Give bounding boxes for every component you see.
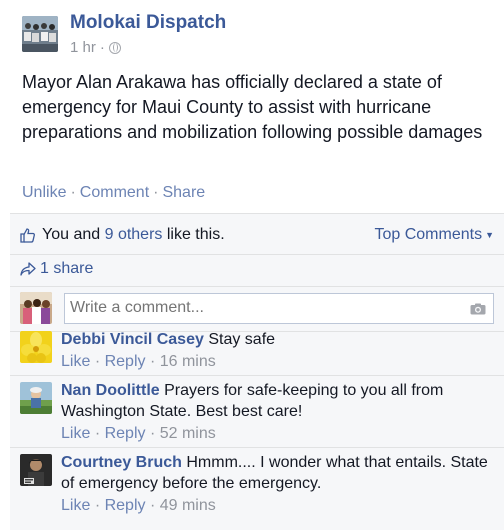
- comment-button[interactable]: Comment: [80, 184, 149, 202]
- comment-reply-button[interactable]: Reply: [105, 425, 146, 442]
- comment-reply-button[interactable]: Reply: [105, 353, 146, 370]
- camera-icon[interactable]: [470, 303, 486, 315]
- comment-line: Nan Doolittle Prayers for safe-keeping t…: [61, 380, 491, 422]
- feedback-section: You and 9 others like this. Top Comments…: [10, 213, 504, 530]
- action-separator: ·: [70, 184, 76, 201]
- comment-like-button[interactable]: Like: [61, 497, 90, 514]
- share-arrow-icon: [20, 262, 36, 276]
- comment-reply-button[interactable]: Reply: [105, 497, 146, 514]
- comment-actions: Like · Reply · 16 mins: [61, 350, 491, 374]
- action-separator: ·: [94, 425, 101, 442]
- thumbs-up-icon: [20, 228, 35, 243]
- comment-item: Courtney Bruch Hmmm.... I wonder what th…: [20, 452, 494, 520]
- page-name-link[interactable]: Molokai Dispatch: [70, 12, 226, 34]
- commenter-avatar[interactable]: [20, 382, 52, 414]
- comment-text: Stay safe: [208, 331, 276, 348]
- comment-timestamp[interactable]: 52 mins: [160, 425, 216, 442]
- comment-like-button[interactable]: Like: [61, 353, 90, 370]
- post-text: Mayor Alan Arakawa has officially declar…: [22, 72, 483, 142]
- comment-author-link[interactable]: Courtney Bruch: [61, 454, 182, 471]
- action-separator: ·: [149, 353, 156, 370]
- top-comments-label: Top Comments: [374, 226, 483, 243]
- action-separator: ·: [149, 497, 156, 514]
- post-actions: Unlike · Comment · Share: [22, 184, 205, 202]
- action-separator: ·: [94, 497, 101, 514]
- comment-author-link[interactable]: Debbi Vincil Casey: [61, 331, 204, 348]
- page-avatar[interactable]: [22, 16, 58, 52]
- action-separator: ·: [94, 353, 101, 370]
- unlike-button[interactable]: Unlike: [22, 184, 66, 202]
- comment-input[interactable]: [64, 292, 494, 324]
- likes-summary: You and 9 others like this.: [42, 226, 225, 244]
- likes-suffix: like this.: [162, 226, 225, 243]
- comment-like-button[interactable]: Like: [61, 425, 90, 442]
- commenter-avatar[interactable]: [20, 331, 52, 363]
- comment-author-link[interactable]: Nan Doolittle: [61, 382, 160, 399]
- likes-row: You and 9 others like this. Top Comments…: [20, 224, 494, 246]
- post-meta: 1 hr ·: [70, 39, 121, 56]
- divider: [10, 286, 504, 287]
- divider: [10, 447, 504, 448]
- action-separator: ·: [149, 425, 156, 442]
- comment-timestamp[interactable]: 49 mins: [160, 497, 216, 514]
- post-timestamp[interactable]: 1 hr: [70, 39, 96, 56]
- commenter-avatar[interactable]: [20, 454, 52, 486]
- meta-separator: ·: [99, 39, 105, 56]
- shares-link[interactable]: 1 share: [20, 260, 93, 278]
- share-button[interactable]: Share: [162, 184, 205, 202]
- comment-body: Courtney Bruch Hmmm.... I wonder what th…: [61, 452, 491, 518]
- shares-count: 1 share: [40, 260, 94, 277]
- post-card: Molokai Dispatch 1 hr · Mayor Alan Araka…: [0, 0, 504, 213]
- chevron-down-icon: ▼: [485, 230, 494, 240]
- comment-body: Debbi Vincil Casey Stay safe Like · Repl…: [61, 329, 491, 374]
- comment-composer: [20, 292, 494, 324]
- comment-timestamp[interactable]: 16 mins: [160, 353, 216, 370]
- comment-body: Nan Doolittle Prayers for safe-keeping t…: [61, 380, 491, 446]
- comment-line: Debbi Vincil Casey Stay safe: [61, 329, 491, 350]
- comment-actions: Like · Reply · 52 mins: [61, 422, 491, 446]
- comment-actions: Like · Reply · 49 mins: [61, 494, 491, 518]
- comment-item: Debbi Vincil Casey Stay safe Like · Repl…: [20, 329, 494, 375]
- comment-input-wrapper: [64, 292, 494, 324]
- action-separator: ·: [153, 184, 159, 201]
- likes-prefix: You and: [42, 226, 105, 243]
- avatar: [20, 292, 52, 324]
- likes-others-link[interactable]: 9 others: [105, 226, 163, 243]
- globe-icon[interactable]: [108, 41, 121, 54]
- divider: [10, 254, 504, 255]
- comment-item: Nan Doolittle Prayers for safe-keeping t…: [20, 380, 494, 446]
- divider: [10, 375, 504, 376]
- comment-line: Courtney Bruch Hmmm.... I wonder what th…: [61, 452, 491, 494]
- top-comments-dropdown[interactable]: Top Comments ▼: [374, 226, 494, 244]
